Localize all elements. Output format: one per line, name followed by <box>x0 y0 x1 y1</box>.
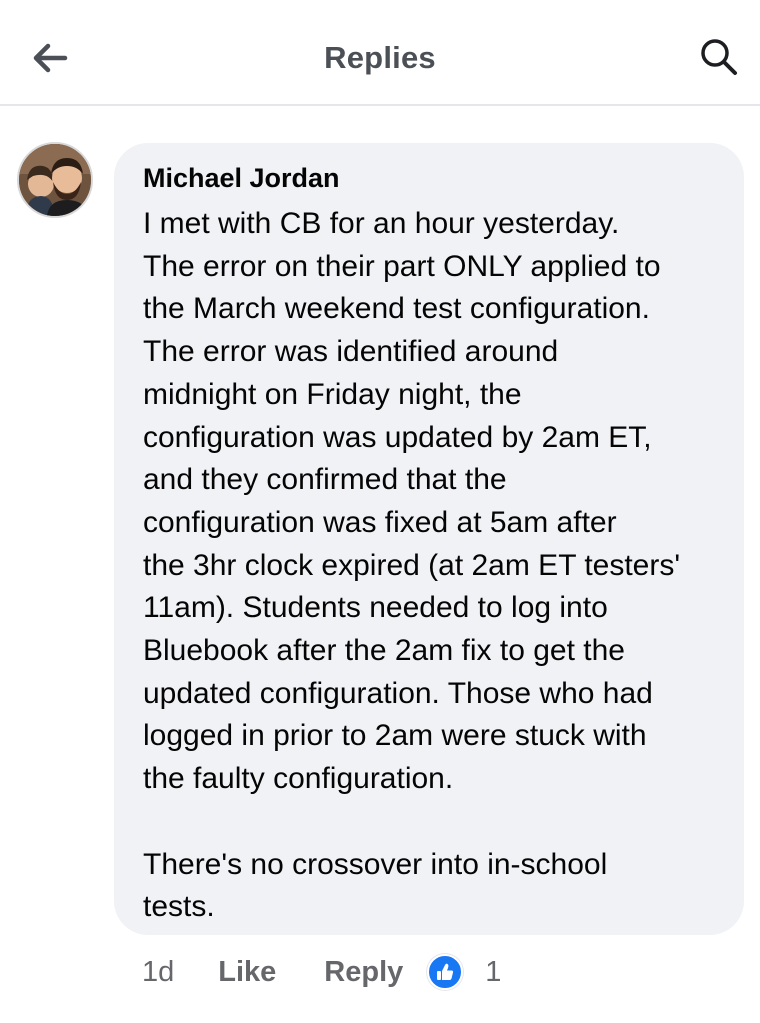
like-button[interactable]: Like <box>218 956 276 989</box>
avatar[interactable] <box>17 142 93 218</box>
thumbs-up-icon <box>437 963 454 980</box>
page-title: Replies <box>324 40 436 75</box>
comment-bubble: Michael Jordan I met with CB for an hour… <box>114 143 744 935</box>
reply-button[interactable]: Reply <box>324 956 403 989</box>
reaction-summary[interactable] <box>427 954 464 990</box>
search-icon <box>701 39 737 75</box>
comment-actions: 1d Like Reply 1 <box>142 950 501 994</box>
search-button[interactable] <box>696 34 742 80</box>
top-bar: Replies <box>0 0 760 106</box>
comment-text: There's no crossover into in-school test… <box>143 847 608 924</box>
comment-text: I met with CB for an hour yesterday. The… <box>143 207 681 796</box>
profile-photo <box>19 144 91 216</box>
reaction-count[interactable]: 1 <box>485 956 501 989</box>
comment-author[interactable]: Michael Jordan <box>143 163 726 193</box>
comment-timestamp[interactable]: 1d <box>142 956 174 989</box>
